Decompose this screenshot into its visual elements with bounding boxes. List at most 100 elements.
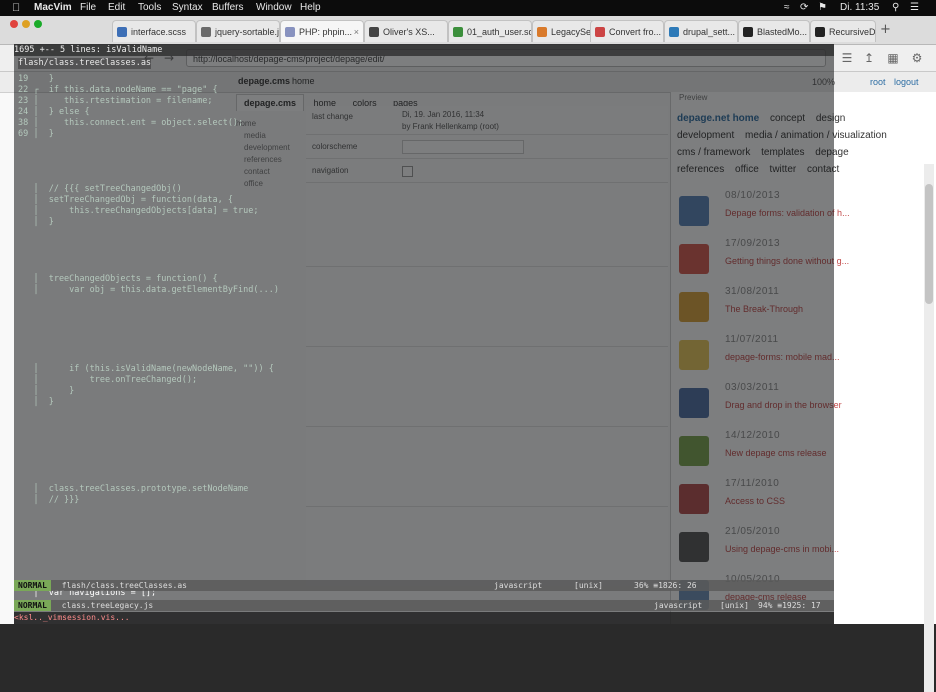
browser-tab[interactable]: drupal_sett... bbox=[664, 20, 738, 42]
close-window-icon[interactable] bbox=[10, 20, 18, 28]
close-tab-icon[interactable]: × bbox=[354, 21, 359, 42]
nav-link[interactable]: templates bbox=[761, 147, 804, 158]
post-title[interactable]: Drag and drop in the browser bbox=[725, 400, 842, 410]
browser-tab[interactable]: BlastedMo... bbox=[738, 20, 810, 42]
menubar-clock[interactable]: Di. 11:35 bbox=[840, 0, 879, 16]
post-title[interactable]: Getting things done without g... bbox=[725, 256, 849, 266]
browser-tab[interactable]: 01_auth_user.sql bbox=[448, 20, 532, 42]
post-title[interactable]: Depage forms: validation of h... bbox=[725, 208, 850, 218]
post-date: 14/12/2010 bbox=[725, 430, 781, 441]
scrollbar[interactable] bbox=[924, 164, 934, 692]
minimize-window-icon[interactable] bbox=[22, 20, 30, 28]
nav-link[interactable]: twitter bbox=[770, 164, 797, 175]
nav-link[interactable]: concept bbox=[770, 113, 805, 124]
blog-post[interactable]: 08/10/2013 Depage forms: validation of h.… bbox=[675, 190, 905, 238]
tab-label: drupal_sett... bbox=[683, 27, 736, 37]
flag-icon[interactable]: ⚑ bbox=[818, 0, 827, 16]
nav-link[interactable]: depage bbox=[815, 147, 848, 158]
blog-post[interactable]: 17/11/2010 Access to CSS bbox=[675, 478, 905, 526]
browser-tab[interactable]: Oliver's XS... bbox=[364, 20, 448, 42]
menu-window[interactable]: Window bbox=[256, 0, 292, 16]
nav-link[interactable]: development bbox=[677, 130, 734, 141]
tab-label: RecursiveD... bbox=[829, 27, 876, 37]
zoom-window-icon[interactable] bbox=[34, 20, 42, 28]
blog-post[interactable]: 17/09/2013 Getting things done without g.… bbox=[675, 238, 905, 286]
tab-favicon-icon bbox=[595, 27, 605, 37]
post-date: 08/10/2013 bbox=[725, 190, 781, 201]
menu-edit[interactable]: Edit bbox=[108, 0, 125, 16]
tab-label: 01_auth_user.sql bbox=[467, 27, 532, 37]
tree-item[interactable]: office bbox=[244, 179, 306, 188]
blog-post[interactable]: 11/07/2011 depage-forms: mobile mad... bbox=[675, 334, 905, 382]
bookmarks-icon[interactable]: ☰ bbox=[838, 49, 856, 67]
cms-home-link[interactable]: home bbox=[292, 76, 315, 86]
tree-item[interactable]: contact bbox=[244, 167, 306, 176]
nav-link-home[interactable]: depage.net home bbox=[677, 113, 759, 124]
menu-file[interactable]: File bbox=[80, 0, 96, 16]
menu-syntax[interactable]: Syntax bbox=[172, 0, 203, 16]
post-date: 17/09/2013 bbox=[725, 238, 781, 249]
blog-post[interactable]: 14/12/2010 New depage cms release bbox=[675, 430, 905, 478]
nav-link[interactable]: contact bbox=[807, 164, 839, 175]
tab-label: interface.scss bbox=[131, 27, 187, 37]
menu-buffers[interactable]: Buffers bbox=[212, 0, 244, 16]
forward-icon[interactable]: → bbox=[160, 49, 178, 67]
menu-app[interactable]: MacVim bbox=[34, 0, 72, 16]
post-thumbnail bbox=[679, 292, 709, 322]
post-title[interactable]: depage-forms: mobile mad... bbox=[725, 352, 840, 362]
menu-tools[interactable]: Tools bbox=[138, 0, 161, 16]
tree-item[interactable]: development bbox=[244, 143, 306, 152]
post-title[interactable]: Access to CSS bbox=[725, 496, 785, 506]
scrollbar-thumb[interactable] bbox=[925, 184, 933, 304]
blog-post[interactable]: 10/05/2010 depage-cms release bbox=[675, 574, 905, 622]
navigation-checkbox[interactable] bbox=[402, 166, 413, 177]
zoom-level: 100% bbox=[812, 77, 836, 87]
post-title[interactable]: New depage cms release bbox=[725, 448, 827, 458]
tree-item[interactable]: references bbox=[244, 155, 306, 164]
nav-link[interactable]: cms / framework bbox=[677, 147, 750, 158]
post-title[interactable]: depage-cms release bbox=[725, 592, 807, 602]
post-title[interactable]: The Break-Through bbox=[725, 304, 803, 314]
browser-tab[interactable]: RecursiveD... bbox=[810, 20, 876, 42]
settings-icon[interactable]: ⚙ bbox=[908, 49, 926, 67]
github-icon bbox=[815, 27, 825, 37]
blog-post[interactable]: 21/05/2010 Using depage-cms in mobi... bbox=[675, 526, 905, 574]
colorscheme-select[interactable] bbox=[402, 140, 524, 154]
cms-project-name[interactable]: depage.cms bbox=[238, 76, 290, 86]
blog-post[interactable]: 31/08/2011 The Break-Through bbox=[675, 286, 905, 334]
back-icon[interactable]: ← bbox=[140, 49, 158, 67]
github-icon bbox=[743, 27, 753, 37]
menu-help[interactable]: Help bbox=[300, 0, 321, 16]
nav-link[interactable]: references bbox=[677, 164, 724, 175]
nav-link[interactable]: media / animation / visualization bbox=[745, 130, 887, 141]
nav-link[interactable]: office bbox=[735, 164, 759, 175]
sync-icon[interactable]: ⟳ bbox=[800, 0, 808, 16]
preview-panel: Preview depage.net home concept design d… bbox=[670, 92, 936, 624]
spotlight-icon[interactable]: ⚲ bbox=[892, 0, 899, 16]
cms-header: depage.cms home 100% root logout bbox=[0, 72, 936, 93]
wifi-icon[interactable]: ≈ bbox=[784, 0, 790, 16]
logout-link[interactable]: logout bbox=[894, 77, 919, 87]
post-date: 31/08/2011 bbox=[725, 286, 780, 297]
notification-center-icon[interactable]: ☰ bbox=[910, 0, 919, 16]
apple-menu-icon[interactable]:  bbox=[12, 0, 20, 16]
post-title[interactable]: Using depage-cms in mobi... bbox=[725, 544, 839, 554]
post-thumbnail bbox=[679, 484, 709, 514]
browser-tab-active[interactable]: PHP: phpin... × bbox=[280, 20, 364, 42]
user-link[interactable]: root bbox=[870, 77, 886, 87]
tree-item[interactable]: home bbox=[236, 119, 306, 128]
share-icon[interactable]: ↥ bbox=[860, 49, 878, 67]
blog-post[interactable]: 03/03/2011 Drag and drop in the browser bbox=[675, 382, 905, 430]
browser-tab[interactable]: jquery-sortable.js bbox=[196, 20, 280, 42]
tree-item[interactable]: media bbox=[244, 131, 306, 140]
url-bar[interactable]: http://localhost/depage-cms/project/depa… bbox=[186, 49, 826, 67]
new-tab-icon[interactable]: + bbox=[880, 22, 891, 37]
divider bbox=[306, 346, 668, 347]
divider bbox=[306, 506, 668, 507]
browser-tab[interactable]: Convert fro... bbox=[590, 20, 664, 42]
cms-tab-project[interactable]: depage.cms bbox=[236, 94, 305, 111]
nav-link[interactable]: design bbox=[816, 113, 845, 124]
extensions-icon[interactable]: ▦ bbox=[884, 49, 902, 67]
site-navigation: depage.net home concept design developme… bbox=[677, 110, 901, 178]
browser-tab[interactable]: interface.scss bbox=[112, 20, 196, 42]
